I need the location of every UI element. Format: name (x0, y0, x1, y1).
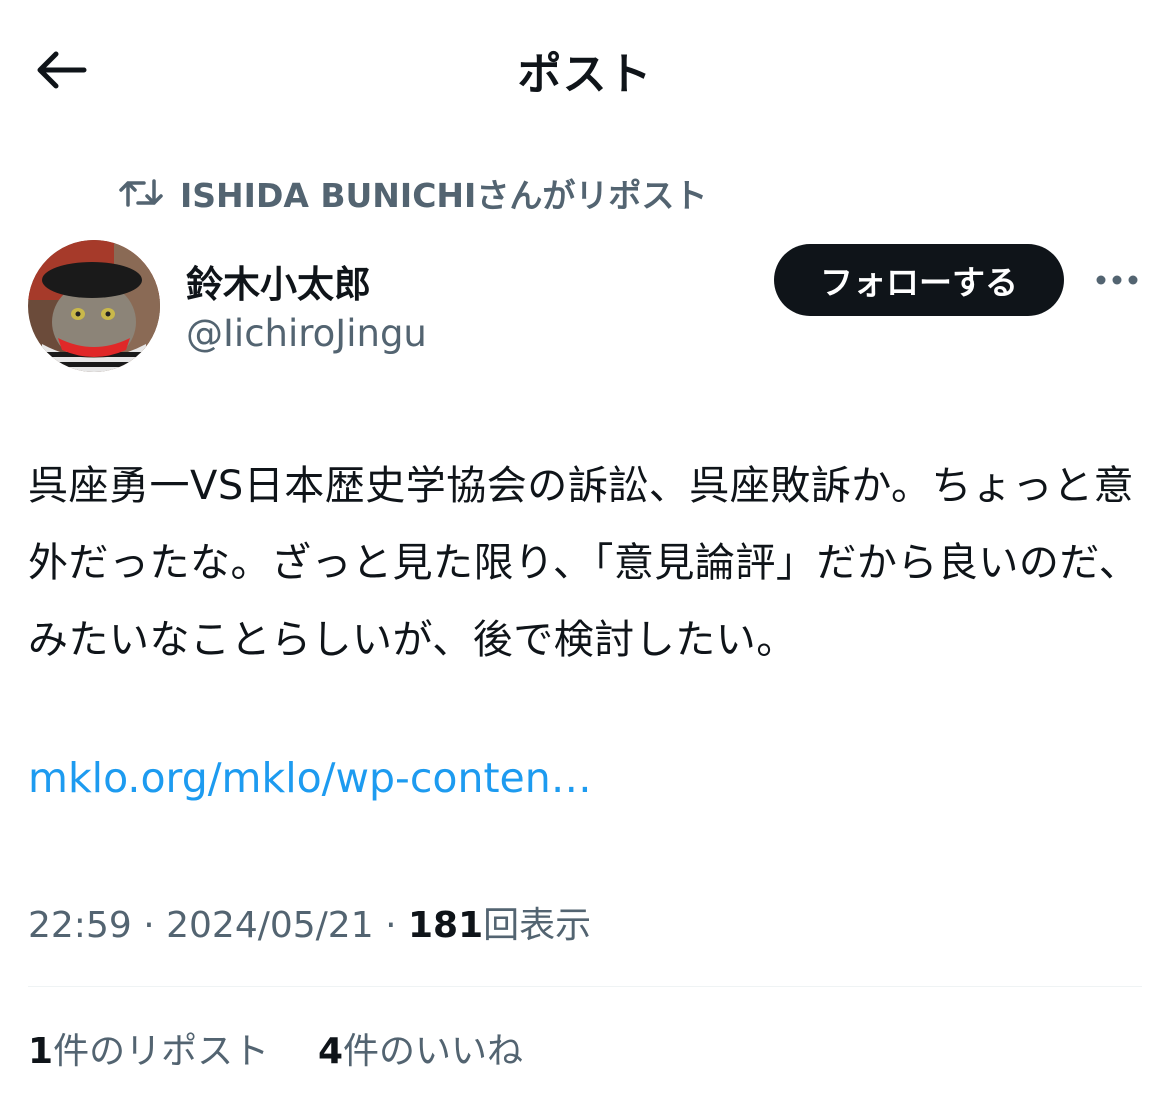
views-label: 回表示 (483, 905, 592, 946)
likes-count: 4 (317, 1031, 344, 1072)
views-count: 181 (407, 905, 484, 946)
post-meta: 22:59 · 2024/05/21 · 181回表示 (28, 896, 591, 948)
author-display-name[interactable]: 鈴木小太郎 (186, 254, 371, 308)
repost-indicator[interactable]: ISHIDA BUNICHIさんがリポスト (118, 170, 707, 216)
repost-text: ISHIDA BUNICHIさんがリポスト (180, 176, 708, 215)
divider (28, 986, 1142, 987)
post-date[interactable]: 2024/05/21 (166, 905, 374, 946)
more-dots-icon (1096, 275, 1138, 285)
meta-separator: · (385, 905, 397, 946)
reposts-label: 件のリポスト (53, 1031, 270, 1072)
likes-label: 件のいいね (343, 1031, 524, 1072)
meta-separator: · (143, 905, 155, 946)
post-text: 呉座勇一VS日本歴史学協会の訴訟、呉座敗訴か。ちょっと意外だったな。ざっと見た限… (28, 463, 1140, 663)
reposts-count: 1 (28, 1031, 54, 1072)
more-options-button[interactable] (1092, 264, 1142, 296)
avatar-cat-image (28, 240, 160, 372)
header: ポスト (0, 0, 1170, 136)
follow-button[interactable]: フォローする (774, 244, 1064, 316)
post-link[interactable]: mklo.org/mklo/wp-conten… (28, 754, 592, 802)
author-handle[interactable]: @IichiroJingu (186, 312, 427, 355)
likes-stat[interactable]: 4件のいいね (318, 1031, 523, 1072)
post-time[interactable]: 22:59 (28, 905, 132, 946)
avatar[interactable] (28, 240, 160, 372)
reposts-stat[interactable]: 1件のリポスト (28, 1031, 269, 1072)
repost-icon (119, 179, 163, 207)
post-stats: 1件のリポスト 4件のいいね (28, 1022, 523, 1074)
page-title: ポスト (517, 49, 653, 100)
